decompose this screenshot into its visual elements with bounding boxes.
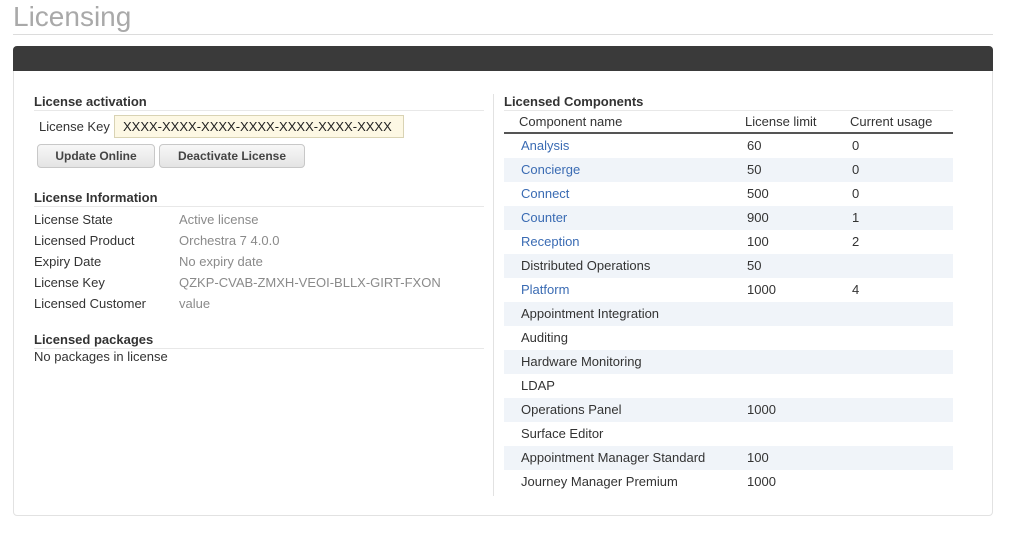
column-header-component-name[interactable]: Component name (519, 114, 622, 129)
table-row: Surface Editor (504, 422, 953, 446)
license-limit-cell: 100 (747, 450, 769, 465)
component-name: Journey Manager Premium (521, 474, 678, 489)
table-row: Concierge 50 0 (504, 158, 953, 182)
component-name-link[interactable]: Platform (521, 282, 569, 297)
update-online-button[interactable]: Update Online (37, 144, 155, 168)
table-row: Auditing (504, 326, 953, 350)
table-row: Appointment Manager Standard 100 (504, 446, 953, 470)
column-header-current-usage[interactable]: Current usage (850, 114, 932, 129)
table-row: Operations Panel 1000 (504, 398, 953, 422)
table-row: Platform 1000 4 (504, 278, 953, 302)
info-value: value (179, 296, 211, 311)
table-row: Appointment Integration (504, 302, 953, 326)
table-row: LDAP (504, 374, 953, 398)
table-row: Reception 100 2 (504, 230, 953, 254)
license-limit-cell: 60 (747, 138, 762, 153)
component-name: Hardware Monitoring (521, 354, 642, 369)
info-label: License Key (34, 275, 105, 290)
components-table: Component name License limit Current usa… (504, 111, 953, 494)
license-limit-cell: 100 (747, 234, 769, 249)
deactivate-license-button[interactable]: Deactivate License (159, 144, 305, 168)
table-row: Hardware Monitoring (504, 350, 953, 374)
info-value: QZKP-CVAB-ZMXH-VEOI-BLLX-GIRT-FXON (179, 275, 441, 290)
current-usage-cell: 0 (852, 138, 860, 153)
section-divider (34, 206, 484, 207)
column-divider (493, 94, 494, 496)
component-name-link[interactable]: Connect (521, 186, 569, 201)
license-limit-cell: 500 (747, 186, 769, 201)
info-value: Orchestra 7 4.0.0 (179, 233, 280, 248)
current-usage-cell: 0 (852, 186, 860, 201)
component-name-link[interactable]: Concierge (521, 162, 580, 177)
license-limit-cell: 50 (747, 162, 762, 177)
table-header: Component name License limit Current usa… (504, 111, 953, 134)
license-limit-cell: 1000 (747, 474, 776, 489)
info-label: Licensed Customer (34, 296, 146, 311)
info-value: No expiry date (179, 254, 263, 269)
no-packages-text: No packages in license (34, 349, 168, 364)
license-activation-heading: License activation (34, 94, 147, 109)
table-row: Connect 500 0 (504, 182, 953, 206)
license-key-input[interactable]: XXXX-XXXX-XXXX-XXXX-XXXX-XXXX-XXXX (114, 115, 404, 138)
table-row: Analysis 60 0 (504, 134, 953, 158)
component-name: Auditing (521, 330, 568, 345)
current-usage-cell: 0 (852, 162, 860, 177)
current-usage-cell: 1 (852, 210, 860, 225)
licensed-packages-heading: Licensed packages (34, 332, 154, 347)
license-information-heading: License Information (34, 190, 158, 205)
component-name-link[interactable]: Analysis (521, 138, 569, 153)
license-limit-cell: 50 (747, 258, 762, 273)
current-usage-cell: 4 (852, 282, 860, 297)
component-name: Surface Editor (521, 426, 604, 441)
component-name: LDAP (521, 378, 555, 393)
info-value: Active license (179, 212, 259, 227)
license-limit-cell: 1000 (747, 282, 776, 297)
page-title: Licensing (13, 1, 132, 32)
component-name: Appointment Manager Standard (521, 450, 706, 465)
current-usage-cell: 2 (852, 234, 860, 249)
section-divider (34, 110, 484, 111)
table-row: Counter 900 1 (504, 206, 953, 230)
licensed-components-heading: Licensed Components (504, 94, 644, 109)
component-name: Operations Panel (521, 402, 622, 417)
panel-header-bar (13, 46, 993, 71)
component-name-link[interactable]: Counter (521, 210, 567, 225)
table-row: Journey Manager Premium 1000 (504, 470, 953, 494)
license-limit-cell: 1000 (747, 402, 776, 417)
table-row: Distributed Operations 50 (504, 254, 953, 278)
title-divider (13, 34, 993, 35)
component-name: Appointment Integration (521, 306, 660, 321)
info-label: Expiry Date (34, 254, 102, 269)
license-key-label: License Key (39, 119, 110, 134)
license-limit-cell: 900 (747, 210, 769, 225)
info-label: Licensed Product (34, 233, 135, 248)
component-name-link[interactable]: Reception (521, 234, 580, 249)
component-name: Distributed Operations (521, 258, 651, 273)
info-label: License State (34, 212, 113, 227)
column-header-license-limit[interactable]: License limit (745, 114, 817, 129)
